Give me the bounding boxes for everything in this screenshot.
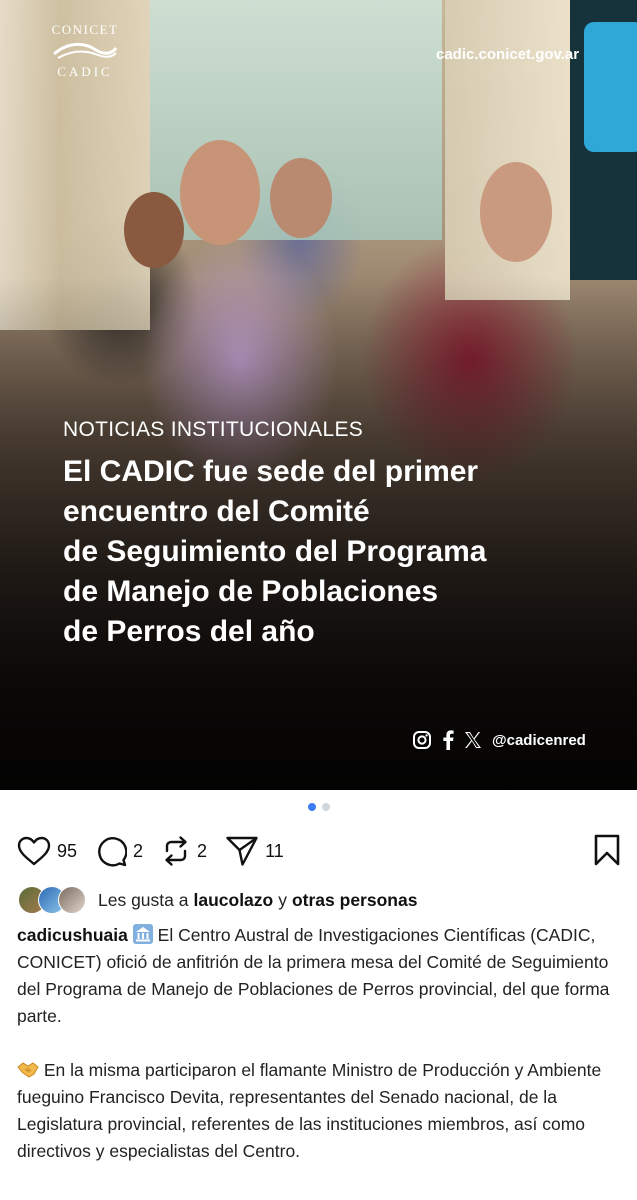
liked-by-row[interactable]: Les gusta a laucolazo y otras personas (18, 886, 422, 914)
caption-text: En la misma participaron el flamante Min… (17, 1060, 602, 1161)
liker-avatars (18, 886, 90, 914)
share-button[interactable]: 11 (225, 835, 284, 867)
like-button[interactable]: 95 (17, 836, 77, 866)
headline-line: de Seguimiento del Programa (63, 535, 487, 568)
liked-by-others[interactable]: otras personas (292, 890, 417, 911)
send-icon (226, 836, 258, 866)
institution-icon (132, 924, 153, 944)
caption-paragraph: En la misma participaron el flamante Min… (17, 1057, 623, 1165)
avatar (58, 886, 86, 914)
comment-count: 2 (133, 840, 144, 861)
carousel-dot[interactable] (321, 803, 330, 811)
liked-by-joiner: y (278, 889, 287, 910)
caption-paragraph: cadicushuaia El Centro Austral de Invest… (17, 922, 623, 1030)
instagram-icon (413, 731, 431, 749)
caption-username[interactable]: cadicushuaia (17, 925, 128, 945)
image-gradient (0, 0, 637, 790)
facebook-icon (443, 730, 454, 750)
repost-button[interactable]: 2 (161, 835, 207, 867)
liked-by-prefix: Les gusta a (98, 889, 189, 910)
liked-by-user[interactable]: laucolazo (193, 890, 273, 911)
action-bar: 95 2 2 11 (17, 834, 621, 868)
headline-line: encuentro del Comité (63, 495, 370, 528)
social-handle: @cadicenred (492, 731, 586, 749)
comment-icon (98, 837, 128, 867)
wave-logo-icon (53, 43, 118, 59)
post-caption: cadicushuaia El Centro Austral de Invest… (17, 922, 623, 1165)
logo-top-text: CONICET (51, 22, 119, 37)
heart-icon (17, 836, 51, 866)
post-image[interactable]: CONICET CADIC cadic.conicet.gov.ar NOTIC… (0, 0, 637, 790)
headline-line: de Manejo de Poblaciones (63, 575, 439, 608)
bookmark-icon (594, 834, 620, 866)
logo-bottom-text: CADIC (57, 64, 113, 79)
save-button[interactable] (593, 834, 621, 871)
share-count: 11 (265, 840, 284, 861)
conicet-cadic-logo: CONICET CADIC (46, 22, 124, 80)
carousel-dots (0, 803, 637, 811)
site-url: cadic.conicet.gov.ar (436, 46, 580, 63)
carousel-dot-active[interactable] (307, 803, 316, 811)
handshake-icon (17, 1062, 39, 1078)
repost-icon (165, 836, 187, 866)
headline-line: El CADIC fue sede del primer (63, 455, 479, 488)
social-links: @cadicenred (412, 730, 586, 750)
comment-button[interactable]: 2 (95, 835, 143, 867)
x-icon (465, 732, 481, 748)
headline-line: de Perros del año (63, 615, 315, 648)
like-count: 95 (57, 840, 78, 861)
news-category: NOTICIAS INSTITUCIONALES (63, 418, 364, 441)
repost-count: 2 (197, 840, 208, 861)
headline: El CADIC fue sede del primer encuentro d… (63, 452, 603, 652)
